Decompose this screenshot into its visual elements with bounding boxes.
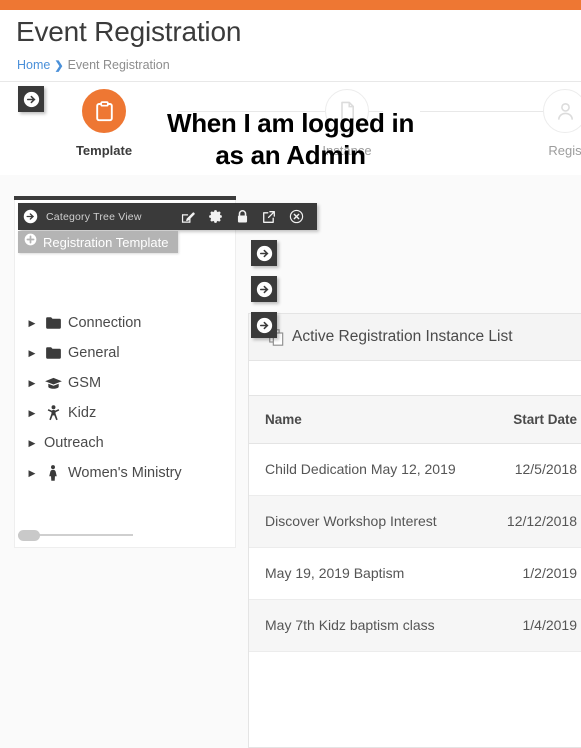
breadcrumb-current: Event Registration xyxy=(67,58,170,72)
cell-name: May 19, 2019 Baptism xyxy=(249,547,475,601)
tree-node-label: Outreach xyxy=(44,435,104,451)
cell-name: Child Dedication May 12, 2019 xyxy=(249,443,475,497)
table-row[interactable]: May 7th Kidz baptism class 1/4/2019 xyxy=(249,599,581,653)
arrow-right-circle-icon xyxy=(256,281,272,297)
page-title: Event Registration xyxy=(16,16,242,47)
external-link-icon[interactable] xyxy=(262,210,276,224)
arrow-button-a[interactable] xyxy=(251,240,277,266)
chevron-right-icon[interactable]: ▶ xyxy=(24,318,40,329)
instance-table: Name Start Date Child Dedication May 12,… xyxy=(249,396,581,653)
tree-node-outreach[interactable]: ▶ Outreach xyxy=(14,428,236,458)
tree-node-gsm[interactable]: ▶ GSM xyxy=(14,368,236,398)
chevron-right-icon[interactable]: ▶ xyxy=(24,408,40,419)
cell-start-date: 12/5/2018 xyxy=(475,443,581,497)
tree-node-label: General xyxy=(68,345,120,361)
cell-start-date: 12/12/2018 xyxy=(475,495,581,549)
chevron-right-icon[interactable]: ▶ xyxy=(24,438,40,449)
gear-icon[interactable] xyxy=(208,209,223,224)
chevron-right-icon[interactable]: ▶ xyxy=(24,378,40,389)
page-header: Event Registration Home ❯ Event Registrati… xyxy=(0,10,581,82)
tree-horizontal-scrollbar[interactable] xyxy=(18,530,133,541)
cell-name: Discover Workshop Interest xyxy=(249,495,475,549)
breadcrumb: Home ❯ Event Registration xyxy=(17,58,170,72)
category-tree-title: Category Tree View xyxy=(46,210,142,223)
cell-start-date: 1/2/2019 xyxy=(475,547,581,601)
person-icon xyxy=(543,89,581,133)
tree-node-label: Women's Ministry xyxy=(68,465,182,481)
tree-node-womens-ministry[interactable]: ▶ Women's Ministry xyxy=(14,458,236,488)
column-header-name[interactable]: Name xyxy=(249,396,475,444)
cell-name: May 7th Kidz baptism class xyxy=(249,599,475,653)
stepper-label-template: Template xyxy=(75,143,133,158)
table-header-row: Name Start Date xyxy=(249,396,581,444)
stepper-step-registration[interactable]: Regis xyxy=(490,89,581,158)
scrollbar-thumb[interactable] xyxy=(18,530,40,541)
lock-icon[interactable] xyxy=(236,209,249,224)
instance-panel-toolbar-row xyxy=(249,361,581,396)
stepper-label-registration: Regis xyxy=(548,143,581,158)
plus-circle-icon xyxy=(24,233,37,251)
instance-panel-header: Active Registration Instance List xyxy=(249,314,581,361)
clipboard-icon xyxy=(82,89,126,133)
folder-icon xyxy=(40,347,66,359)
tree-node-label: GSM xyxy=(68,375,102,391)
category-tree-toolbar: Category Tree View xyxy=(18,203,317,230)
tree-node-general[interactable]: ▶ General xyxy=(14,338,236,368)
folder-icon xyxy=(40,317,66,329)
tree-node-connection[interactable]: ▶ Connection xyxy=(14,308,236,338)
top-accent-bar xyxy=(0,0,581,10)
breadcrumb-home-link[interactable]: Home xyxy=(17,58,50,72)
breadcrumb-separator-icon: ❯ xyxy=(54,60,64,72)
stepper-label-instance: Instance xyxy=(322,143,372,158)
tree-node-label: Kidz xyxy=(68,405,97,421)
file-icon xyxy=(325,89,369,133)
table-row[interactable]: May 19, 2019 Baptism 1/2/2019 xyxy=(249,547,581,601)
arrow-right-circle-icon xyxy=(256,245,272,261)
female-icon xyxy=(40,465,66,481)
category-tree-list: ▶ Connection ▶ General ▶ GSM ▶ Kidz ▶ Ou… xyxy=(14,308,236,488)
wizard-stepper: Template Instance Regis xyxy=(0,83,581,175)
table-row[interactable]: Discover Workshop Interest 12/12/2018 xyxy=(249,495,581,549)
cell-start-date: 1/4/2019 xyxy=(475,599,581,653)
arrow-button-header[interactable] xyxy=(18,86,44,112)
arrow-right-circle-icon xyxy=(23,91,39,107)
chevron-right-icon[interactable]: ▶ xyxy=(24,348,40,359)
tree-node-label: Connection xyxy=(68,315,142,331)
arrow-right-circle-icon xyxy=(256,317,272,333)
graduation-cap-icon xyxy=(40,377,66,390)
add-registration-template-button[interactable]: Registration Template xyxy=(18,231,178,253)
column-header-start-date[interactable]: Start Date xyxy=(475,396,581,444)
close-circle-icon[interactable] xyxy=(289,209,304,224)
active-registration-instance-panel: Active Registration Instance List Name S… xyxy=(248,313,581,748)
tree-node-kidz[interactable]: ▶ Kidz xyxy=(14,398,236,428)
stepper-step-template[interactable]: Template xyxy=(29,89,179,158)
table-row[interactable]: Child Dedication May 12, 2019 12/5/2018 xyxy=(249,443,581,497)
child-icon xyxy=(40,405,66,421)
instance-panel-title: Active Registration Instance List xyxy=(292,328,513,345)
arrow-button-b[interactable] xyxy=(251,276,277,302)
arrow-right-circle-icon[interactable] xyxy=(23,209,38,224)
chevron-right-icon[interactable]: ▶ xyxy=(24,468,40,479)
stepper-step-instance[interactable]: Instance xyxy=(272,89,422,158)
add-registration-template-label: Registration Template xyxy=(43,234,169,250)
edit-square-icon[interactable] xyxy=(181,210,195,224)
arrow-button-c[interactable] xyxy=(251,312,277,338)
